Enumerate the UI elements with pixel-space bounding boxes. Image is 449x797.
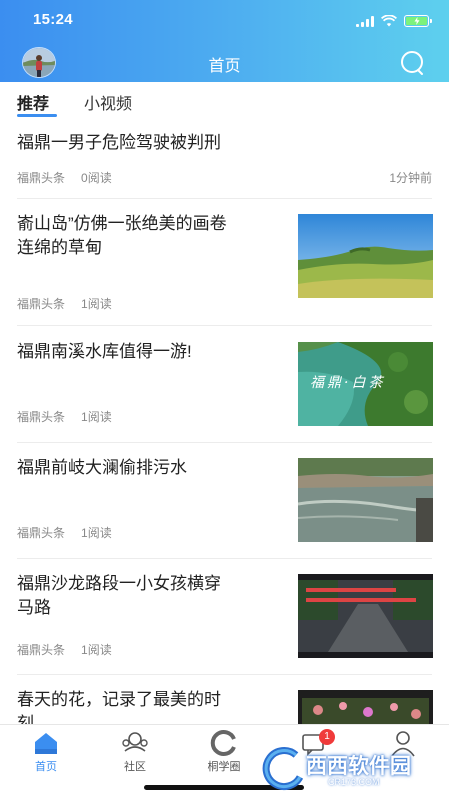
nav-community[interactable]: 社区 (95, 729, 175, 774)
tab-recommend[interactable]: 推荐 (17, 90, 49, 114)
wifi-icon (381, 15, 397, 27)
category-tabs: 推荐 小视频 (0, 82, 449, 122)
spring-flowers-photo[interactable] (298, 690, 433, 724)
news-title-line: 连绵的草甸 (17, 238, 102, 257)
news-source: 福鼎头条 (17, 410, 66, 424)
active-tab-indicator (17, 114, 57, 117)
tab-short-video[interactable]: 小视频 (84, 90, 132, 114)
search-icon[interactable] (399, 50, 425, 76)
nav-home-label: 首页 (35, 761, 57, 773)
news-time: 1分钟前 (389, 171, 432, 185)
news-source: 福鼎头条 (17, 643, 66, 657)
nav-community-label: 社区 (124, 761, 146, 773)
watermark-url: CR173.COM (328, 777, 380, 787)
message-badge: 1 (319, 729, 335, 745)
news-title[interactable]: 福鼎南溪水库值得一游! (17, 340, 192, 364)
news-title-line: 福鼎沙龙路段一小女孩横穿 (17, 574, 221, 593)
watermark-logo-icon (262, 747, 304, 790)
news-meta: 福鼎头条 1阅读 (17, 295, 112, 312)
reservoir-photo[interactable]: 福鼎·白茶 (298, 342, 433, 426)
news-reads: 0阅读 (81, 171, 112, 185)
nav-home[interactable]: 首页 (6, 729, 86, 774)
news-title[interactable]: 嵛山岛”仿佛一张绝美的画卷 连绵的草甸 (17, 212, 227, 260)
news-meta: 福鼎头条 1阅读 (17, 408, 112, 425)
news-reads: 1阅读 (81, 526, 112, 540)
news-item[interactable]: 福鼎沙龙路段一小女孩横穿 马路 福鼎头条 1阅读 (0, 558, 449, 674)
watermark-text: 西西软件园 (306, 755, 411, 778)
status-icons (356, 14, 432, 28)
news-title[interactable]: 福鼎沙龙路段一小女孩横穿 马路 (17, 572, 221, 620)
news-reads: 1阅读 (81, 297, 112, 311)
circle-icon (210, 730, 236, 756)
page-title: 首页 (208, 58, 241, 75)
news-title-line: 春天的花，记录了最美的时 (17, 690, 221, 709)
news-item[interactable]: 福鼎一男子危险驾驶被判刑 福鼎头条 0阅读 1分钟前 (0, 122, 449, 199)
cellular-signal-icon (356, 15, 374, 27)
news-item[interactable]: 福鼎南溪水库值得一游! 福鼎头条 1阅读 福鼎·白茶 (0, 325, 449, 442)
news-meta: 福鼎头条 1阅读 (17, 524, 112, 541)
watermark: 西西软件园 CR173.COM (256, 747, 436, 791)
grassland-island-photo[interactable] (298, 214, 433, 298)
news-meta: 福鼎头条 1阅读 (17, 641, 112, 658)
news-item[interactable]: 嵛山岛”仿佛一张绝美的画卷 连绵的草甸 福鼎头条 1阅读 (0, 199, 449, 325)
header-bar: 15:24 首页 (0, 0, 449, 82)
nav-circle-label: 桐学圈 (207, 761, 241, 773)
news-reads: 1阅读 (81, 410, 112, 424)
news-reads: 1阅读 (81, 643, 112, 657)
road-dashcam-photo[interactable] (298, 574, 433, 658)
status-time: 15:24 (33, 11, 73, 28)
nav-circle[interactable]: 桐学圈 (184, 729, 264, 774)
community-icon (122, 732, 148, 752)
battery-icon (404, 15, 432, 27)
thumb-caption: 福鼎·白茶 (310, 375, 386, 391)
home-icon (35, 733, 57, 754)
news-title[interactable]: 福鼎前岐大澜偷排污水 (17, 456, 187, 480)
news-title-line: 马路 (17, 598, 51, 617)
news-meta: 福鼎头条 0阅读 (17, 169, 112, 186)
news-item[interactable]: 福鼎前岐大澜偷排污水 福鼎头条 1阅读 (0, 442, 449, 558)
news-title-line: 嵛山岛”仿佛一张绝美的画卷 (17, 214, 227, 233)
news-item[interactable]: 春天的花，记录了最美的时 刻 (0, 674, 449, 733)
river-outfall-photo[interactable] (298, 458, 433, 542)
news-source: 福鼎头条 (17, 526, 66, 540)
news-source: 福鼎头条 (17, 171, 66, 185)
news-title[interactable]: 福鼎一男子危险驾驶被判刑 (17, 131, 221, 155)
news-source: 福鼎头条 (17, 297, 66, 311)
